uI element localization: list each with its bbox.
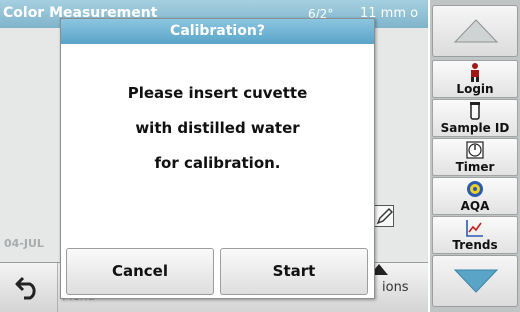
timer-icon xyxy=(433,140,517,160)
dialog-message-line: Please insert cuvette xyxy=(127,84,308,102)
timer-button[interactable]: Timer xyxy=(432,138,518,176)
trend-chart-icon xyxy=(433,218,517,238)
dialog-message-line: for calibration. xyxy=(154,154,281,172)
arrow-down-icon xyxy=(453,269,499,293)
trends-label: Trends xyxy=(452,238,498,252)
back-button[interactable] xyxy=(0,263,58,312)
dialog-message-line: with distilled water xyxy=(135,119,300,137)
login-button[interactable]: Login xyxy=(432,60,518,98)
pencil-icon xyxy=(376,208,393,225)
sample-id-label: Sample ID xyxy=(440,121,510,135)
cancel-button[interactable]: Cancel xyxy=(66,248,214,295)
timer-label: Timer xyxy=(455,160,495,174)
calibration-dialog: Calibration? Please insert cuvette with … xyxy=(60,18,375,299)
back-arrow-icon xyxy=(15,276,36,300)
aqa-label: AQA xyxy=(460,199,490,213)
sample-id-button[interactable]: Sample ID xyxy=(432,99,518,137)
date-label: 04-JUL xyxy=(4,237,44,250)
arrow-up-icon xyxy=(453,19,499,43)
dialog-message: Please insert cuvette with distilled wat… xyxy=(61,81,374,186)
edit-button[interactable] xyxy=(372,205,394,227)
start-button[interactable]: Start xyxy=(220,248,368,295)
vial-icon xyxy=(433,101,517,121)
aqa-button[interactable]: AQA xyxy=(432,177,518,215)
login-label: Login xyxy=(456,82,494,96)
scroll-up-button[interactable] xyxy=(432,5,518,57)
trends-button[interactable]: Trends xyxy=(432,216,518,254)
aqa-icon xyxy=(433,179,517,199)
scroll-down-button[interactable] xyxy=(432,255,518,307)
dialog-title: Calibration? xyxy=(61,19,374,44)
options-label: ions xyxy=(382,280,409,295)
person-icon xyxy=(433,62,517,82)
